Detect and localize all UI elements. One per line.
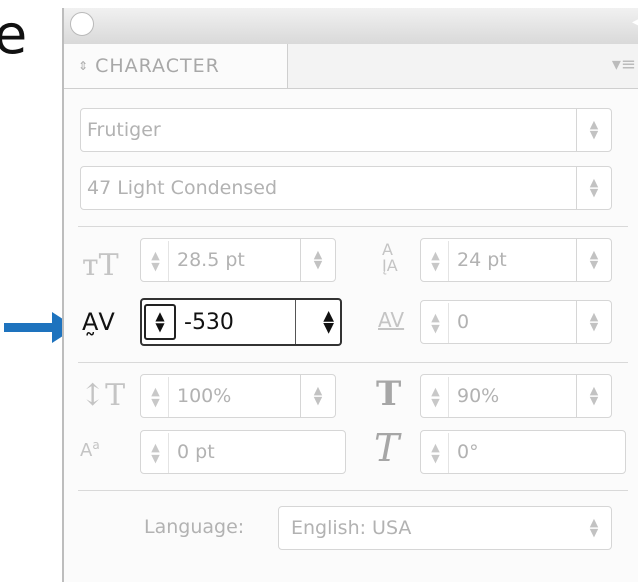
kerning-icon: A̰V (82, 308, 115, 336)
language-label: Language: (144, 516, 245, 538)
kerning-field[interactable]: ▲ ▼ -530 ▲ ▼ (140, 298, 342, 346)
divider (78, 362, 628, 363)
font-size-stepper[interactable]: ▲ ▼ (143, 241, 169, 281)
leading-stepper[interactable]: ▲ ▼ (423, 241, 449, 281)
vertical-scale-value: 100% (177, 385, 232, 407)
vertical-scale-field[interactable]: ▲ ▼ 100% ▲ ▼ (140, 374, 336, 418)
horizontal-scale-stepper[interactable]: ▲ ▼ (423, 377, 449, 417)
kerning-dropdown-icon[interactable]: ▲ ▼ (323, 309, 334, 335)
baseline-shift-stepper[interactable]: ▲ ▼ (143, 433, 169, 473)
tracking-stepper[interactable]: ▲ ▼ (423, 303, 449, 343)
collapse-icon[interactable]: ◂◂ (632, 14, 638, 30)
font-family-value: Frutiger (87, 119, 161, 141)
chevron-updown-icon: ▲ ▼ (589, 516, 599, 539)
cropped-glyph: e (0, 3, 28, 66)
baseline-shift-value: 0 pt (177, 441, 215, 463)
horizontal-scale-value: 90% (457, 385, 500, 407)
tab-character[interactable]: ⇕ CHARACTER (64, 44, 288, 88)
vertical-scale-stepper[interactable]: ▲ ▼ (143, 377, 169, 417)
tracking-field[interactable]: ▲ ▼ 0 ▲ ▼ (420, 300, 612, 344)
vertical-scale-icon: ↕T (80, 378, 126, 413)
divider (78, 226, 628, 227)
tracking-value: 0 (457, 311, 470, 333)
character-panel: ◂◂ ⇕ CHARACTER ▾≡ Frutiger ▲▼ 47 Light C… (62, 8, 638, 582)
font-style-value: 47 Light Condensed (87, 177, 278, 199)
font-size-icon: ᴛT (82, 248, 119, 283)
leading-field[interactable]: ▲ ▼ 24 pt ▲ ▼ (420, 238, 612, 282)
panel-menu-icon[interactable]: ▾≡ (612, 54, 636, 75)
skew-field[interactable]: ▲ ▼ 0° (420, 430, 626, 474)
chevron-updown-icon: ▲ ▼ (300, 375, 335, 417)
chevron-updown-icon: ▲ ▼ (576, 167, 611, 209)
kerning-value[interactable]: -530 (178, 300, 296, 344)
tab-character-label: CHARACTER (95, 55, 220, 77)
font-family-select[interactable]: Frutiger ▲ ▼ (80, 108, 612, 152)
baseline-shift-field[interactable]: ▲ ▼ 0 pt (140, 430, 346, 474)
chevron-updown-icon: ▲ ▼ (576, 109, 611, 151)
tracking-icon: AV (378, 308, 405, 332)
horizontal-scale-field[interactable]: ▲ ▼ 90% ▲ ▼ (420, 374, 612, 418)
panel-titlebar[interactable]: ◂◂ (64, 8, 638, 45)
leading-value: 24 pt (457, 249, 507, 271)
kerning-stepper[interactable]: ▲ ▼ (144, 304, 176, 340)
skew-value: 0° (457, 441, 479, 463)
chevron-updown-icon: ▲ ▼ (300, 239, 335, 281)
chevron-updown-icon: ▲ ▼ (576, 375, 611, 417)
tab-updown-icon: ⇕ (78, 59, 90, 73)
horizontal-scale-icon: T (376, 374, 402, 414)
font-style-select[interactable]: 47 Light Condensed ▲ ▼ (80, 166, 612, 210)
chevron-updown-icon: ▲ ▼ (576, 301, 611, 343)
close-icon[interactable] (70, 12, 94, 36)
font-size-value: 28.5 pt (177, 249, 245, 271)
language-select[interactable]: English: USA ▲ ▼ (278, 506, 612, 550)
font-size-field[interactable]: ▲ ▼ 28.5 pt ▲ ▼ (140, 238, 336, 282)
skew-stepper[interactable]: ▲ ▼ (423, 433, 449, 473)
divider (78, 490, 628, 491)
language-value: English: USA (291, 517, 412, 539)
baseline-shift-icon: Aa (80, 438, 100, 461)
chevron-updown-icon: ▲ ▼ (576, 239, 611, 281)
leading-icon: A ĮA (382, 240, 398, 275)
tab-row: ⇕ CHARACTER ▾≡ (64, 44, 638, 89)
skew-icon: T (374, 426, 400, 470)
